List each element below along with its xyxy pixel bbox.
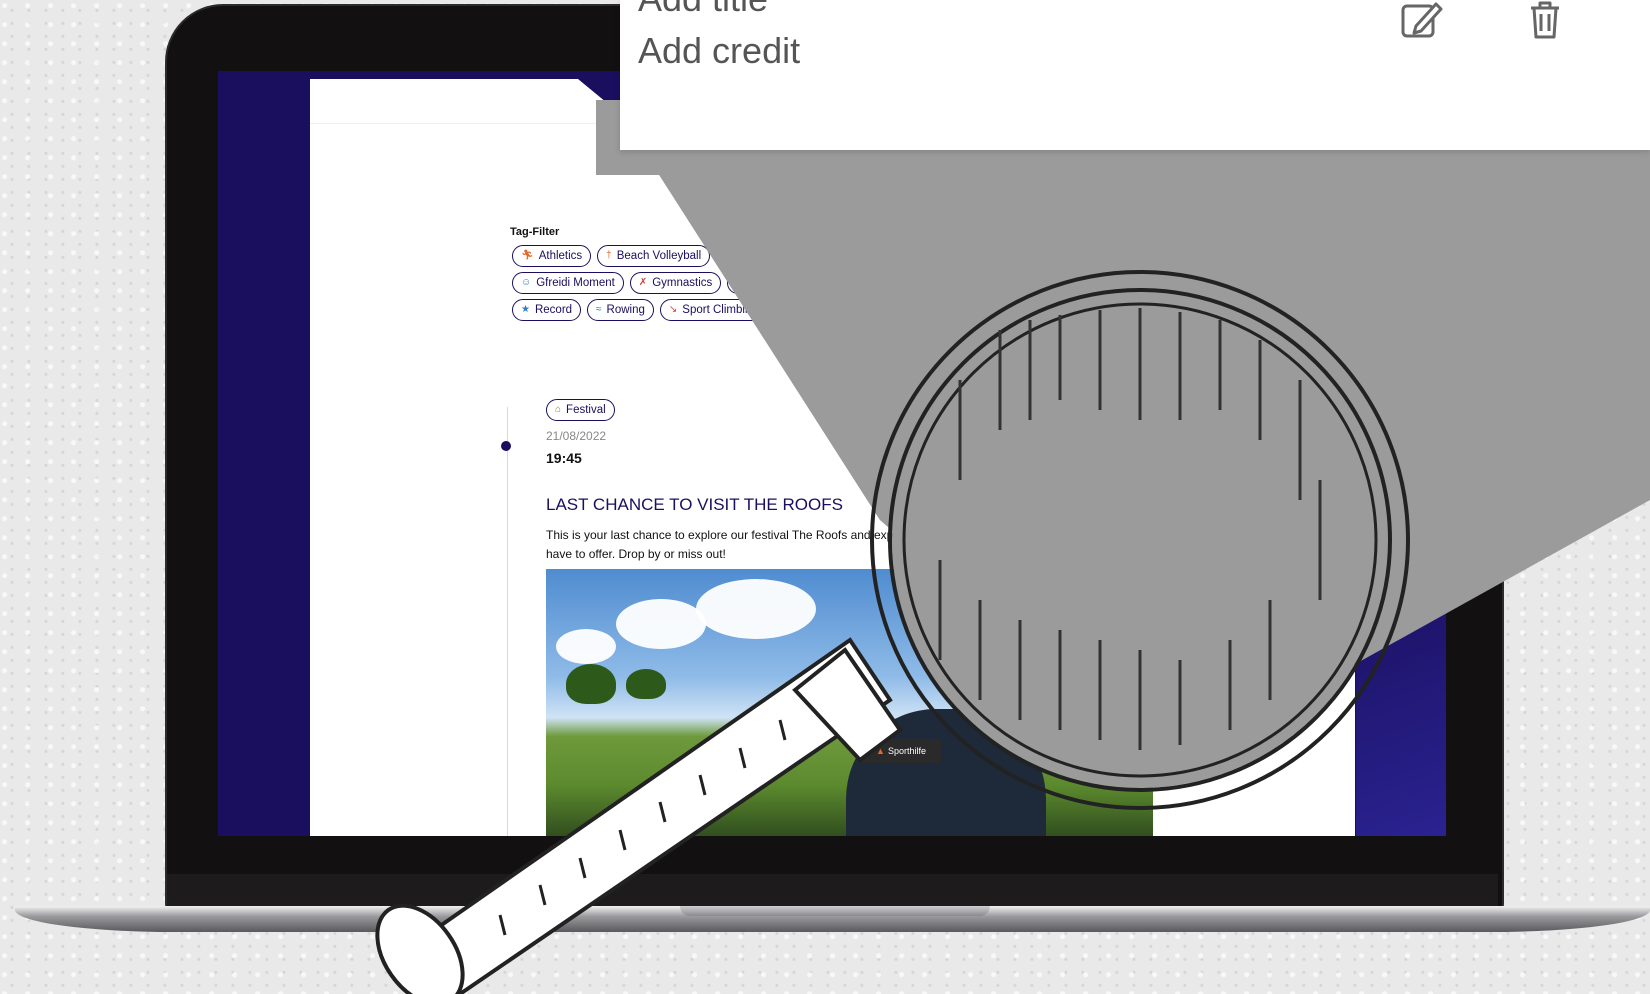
tag-filter-label: Tag-Filter xyxy=(510,226,560,238)
cycling-icon: ◎ xyxy=(826,250,836,261)
tag-table-tennis[interactable]: → Table Tennis xyxy=(772,299,870,321)
post-time: 19:45 xyxy=(546,450,582,466)
rowing-icon: ≈ xyxy=(596,304,602,315)
stage-sign: ▲ Sporthilfe xyxy=(861,739,941,763)
tag-record[interactable]: ★ Record xyxy=(512,299,582,321)
add-title-field[interactable]: Add title xyxy=(638,0,768,20)
festival-stage xyxy=(846,709,1046,836)
tag-gfreidi-moment[interactable]: ☺ Gfreidi Moment xyxy=(512,272,624,294)
add-credit-field[interactable]: Add credit xyxy=(638,30,800,72)
laptop-screen: powered by tickaroo Live Blog Software T… xyxy=(218,71,1446,836)
laptop-chin xyxy=(167,874,1498,908)
tag-label: Medal Ceremony xyxy=(895,277,983,289)
tree-shape xyxy=(1066,649,1146,739)
tag-label: Triathlon xyxy=(898,304,943,316)
tag-filter-list: 🏃︎ Athletics † Beach Volleyball ≈ Canoe Spr… xyxy=(512,245,1112,326)
gymnastics-icon: ✗ xyxy=(638,277,648,288)
tag-triathlon[interactable]: ★ Triathlon xyxy=(875,299,952,321)
stage-sign-label: Sporthilfe xyxy=(887,746,926,756)
tag-rowing[interactable]: ≈ Rowing xyxy=(587,299,654,321)
tag-label: Important Information xyxy=(747,277,858,289)
tag-label: M... xyxy=(1022,277,1042,289)
trash-icon[interactable] xyxy=(1525,0,1565,40)
tag-mascot[interactable]: ☺ M... xyxy=(997,272,1051,294)
cloud-shape xyxy=(616,599,706,649)
tree-shape xyxy=(566,664,616,704)
tag-row: ☺ Gfreidi Moment ✗ Gymnastics !! Important … xyxy=(512,272,1112,294)
tag-label: Cycling xyxy=(840,250,879,262)
climbing-icon: ↘ xyxy=(668,304,678,315)
tag-label: General Information xyxy=(991,250,1094,262)
tag-cycling[interactable]: ◎ Cycling xyxy=(817,245,888,267)
cloud-shape xyxy=(696,579,816,639)
tag-gymnastics[interactable]: ✗ Gymnastics xyxy=(629,272,722,294)
mascot-icon: ☺ xyxy=(1006,277,1018,288)
tag-label: Gymnastics xyxy=(652,277,713,289)
post-image[interactable]: ▲ Sporthilfe xyxy=(546,569,1153,836)
tag-medal-ceremony[interactable]: ★ Medal Ceremony xyxy=(872,272,992,294)
screen-background-decoration xyxy=(1356,71,1446,836)
exclamation-icon: !! xyxy=(736,277,743,288)
post-title: LAST CHANCE TO VISIT THE ROOFS xyxy=(546,495,843,514)
tag-canoe-sprint[interactable]: ≈ Canoe Sprint xyxy=(716,245,812,267)
cloud-shape xyxy=(556,629,616,664)
beach-volleyball-icon: † xyxy=(606,250,612,261)
post-body: This is your last chance to explore our … xyxy=(546,528,1127,561)
triathlon-icon: ★ xyxy=(884,304,894,315)
edit-icon[interactable] xyxy=(1400,0,1444,40)
tag-label: Gfreidi Moment xyxy=(536,277,615,289)
tag-label: Record xyxy=(534,304,573,316)
post-date: 21/08/2022 xyxy=(546,429,607,443)
tag-label: Sport Climbing xyxy=(682,304,758,316)
tag-important-information[interactable]: !! Important Information xyxy=(727,272,867,294)
tag-athletics[interactable]: 🏃︎ Athletics xyxy=(512,245,592,267)
tag-row: 🏃︎ Athletics † Beach Volleyball ≈ Canoe Spr… xyxy=(512,245,1112,267)
tag-label: Festival xyxy=(913,250,953,262)
festival-icon: ⌂ xyxy=(555,404,562,415)
tag-label: Rowing xyxy=(606,304,645,316)
post-tag-festival[interactable]: ⌂ Festival xyxy=(546,399,615,421)
mascot-icon: ☺ xyxy=(521,277,532,288)
post-tag-label: Festival xyxy=(566,404,606,416)
tag-general-information[interactable]: ⓘ General Information xyxy=(967,245,1103,267)
liveblog-page: powered by tickaroo Live Blog Software T… xyxy=(310,79,1355,836)
star-icon: ★ xyxy=(521,304,530,315)
table-tennis-icon: → xyxy=(781,304,792,315)
tag-label: Athletics xyxy=(538,250,583,262)
tree-shape xyxy=(626,669,666,699)
athletics-icon: 🏃︎ xyxy=(521,250,534,261)
timeline-dot xyxy=(501,441,511,451)
sporthilfe-logo-icon: ▲ xyxy=(876,746,885,756)
tag-label: Beach Volleyball xyxy=(616,250,702,262)
festival-icon: ⌂ xyxy=(902,250,909,261)
tag-beach-volleyball[interactable]: † Beach Volleyball xyxy=(597,245,711,267)
tickaroo-logo[interactable]: tickaroo xyxy=(782,165,902,189)
tag-label: Table Tennis xyxy=(796,304,861,316)
image-edit-card: Add title Add credit xyxy=(620,0,1650,150)
tag-festival[interactable]: ⌂ Festival xyxy=(893,245,962,267)
info-icon: ⓘ xyxy=(976,250,987,261)
medal-icon: ★ xyxy=(881,277,891,288)
timeline-line xyxy=(507,407,508,836)
logo-subtitle: Live Blog Software xyxy=(804,191,880,201)
laptop-notch xyxy=(680,906,990,916)
tag-sport-climbing[interactable]: ↘ Sport Climbing xyxy=(659,299,767,321)
tag-label: Canoe Sprint xyxy=(735,250,803,262)
canoe-icon: ≈ xyxy=(725,250,731,261)
tag-row: ★ Record ≈ Rowing ↘ Sport Climbing → Table T… xyxy=(512,299,1112,321)
